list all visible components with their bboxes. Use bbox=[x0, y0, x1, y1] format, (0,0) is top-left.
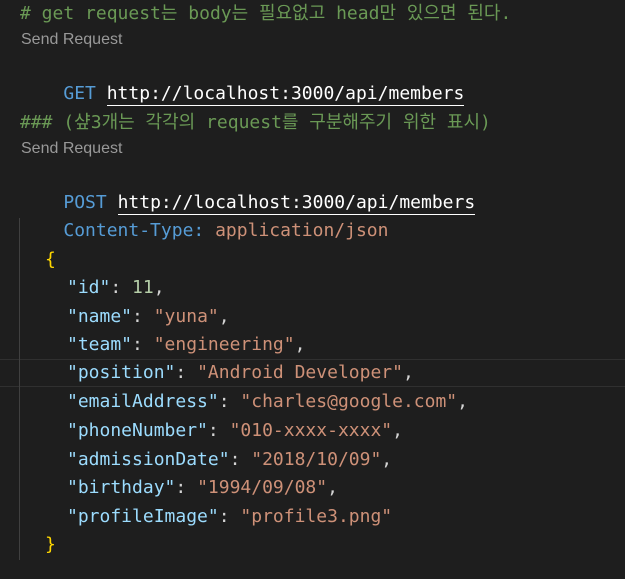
json-value: "charles@google.com" bbox=[240, 391, 458, 412]
comment-line-1: # get request는 body는 필요없고 head만 있으면 된다. bbox=[20, 3, 512, 24]
json-close-brace: } bbox=[45, 534, 56, 555]
json-value: "yuna" bbox=[153, 306, 219, 327]
send-request-link-2[interactable]: Send Request bbox=[21, 138, 122, 160]
header-name: Content-Type: bbox=[63, 220, 205, 241]
json-value: "engineering" bbox=[153, 334, 295, 355]
header-value: application/json bbox=[215, 220, 389, 241]
json-key: "phoneNumber" bbox=[67, 420, 208, 441]
request-url-1[interactable]: http://localhost:3000/api/members bbox=[106, 83, 465, 106]
request-line-2: POST http://localhost:3000/api/members bbox=[20, 161, 476, 215]
json-key: "team" bbox=[67, 334, 133, 355]
json-field-birthday: "birthday": "1994/09/08", bbox=[67, 477, 338, 498]
json-field-id: "id": 11, bbox=[67, 277, 165, 298]
json-field-admission-date: "admissionDate": "2018/10/09", bbox=[67, 449, 393, 470]
json-field-phone: "phoneNumber": "010-xxxx-xxxx", bbox=[67, 420, 403, 441]
json-key: "admissionDate" bbox=[67, 449, 230, 470]
http-method-get: GET bbox=[63, 83, 96, 104]
json-key: "profileImage" bbox=[67, 506, 219, 527]
code-editor[interactable]: # get request는 body는 필요없고 head만 있으면 된다. … bbox=[0, 0, 625, 579]
json-field-profile-image: "profileImage": "profile3.png" bbox=[67, 506, 393, 527]
json-key: "id" bbox=[67, 277, 111, 298]
header-line: Content-Type: application/json bbox=[20, 189, 388, 241]
json-field-team: "team": "engineering", bbox=[67, 334, 306, 355]
request-line-1: GET http://localhost:3000/api/members bbox=[20, 52, 465, 106]
json-value: "2018/10/09" bbox=[251, 449, 382, 470]
json-value: "010-xxxx-xxxx" bbox=[229, 420, 393, 441]
json-key: "position" bbox=[67, 362, 176, 383]
json-value: "Android Developer" bbox=[197, 362, 403, 383]
json-key: "emailAddress" bbox=[67, 391, 219, 412]
json-key: "name" bbox=[67, 306, 133, 327]
json-field-position: "position": "Android Developer", bbox=[67, 362, 414, 383]
json-value: "1994/09/08" bbox=[197, 477, 328, 498]
json-field-name: "name": "yuna", bbox=[67, 306, 230, 327]
json-value: 11 bbox=[132, 277, 154, 298]
json-field-email: "emailAddress": "charles@google.com", bbox=[67, 391, 468, 412]
send-request-link-1[interactable]: Send Request bbox=[21, 29, 122, 51]
json-open-brace: { bbox=[45, 249, 56, 270]
json-value: "profile3.png" bbox=[240, 506, 393, 527]
comment-line-2: ### (샾3개는 각각의 request를 구분해주기 위한 표시) bbox=[20, 112, 491, 133]
json-key: "birthday" bbox=[67, 477, 176, 498]
